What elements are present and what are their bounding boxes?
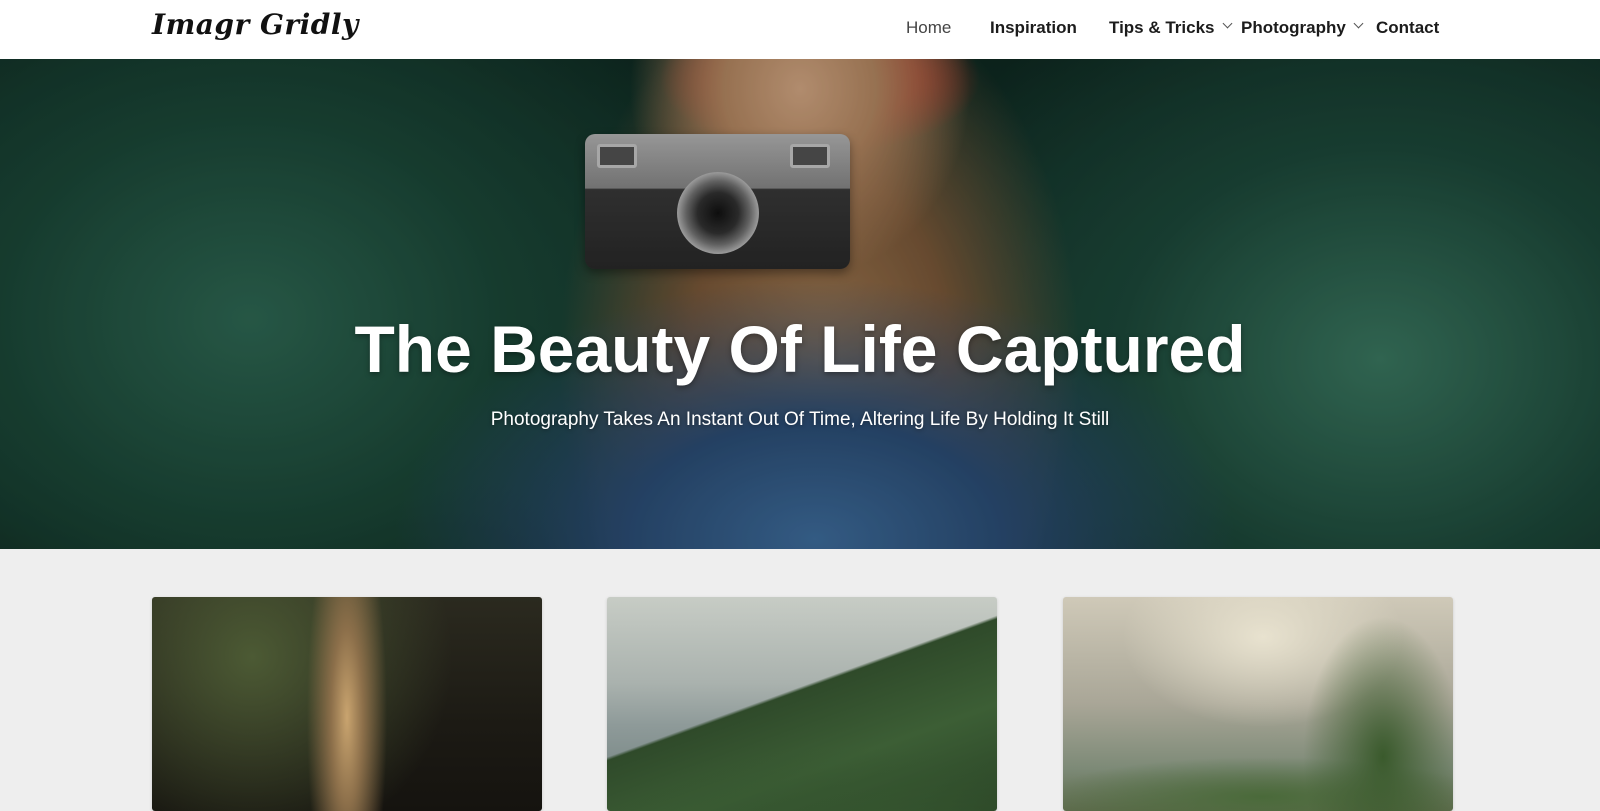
chevron-down-icon — [1353, 18, 1364, 28]
hero-subtitle: Photography Takes An Instant Out Of Time… — [490, 409, 1110, 430]
chevron-down-icon — [1222, 18, 1232, 28]
nav-item-tips-tricks-label: Tips & Tricks — [1109, 18, 1215, 37]
nav-item-photography[interactable]: Photography — [1241, 18, 1364, 38]
post-card-mountain[interactable] — [607, 597, 997, 811]
nav-item-photography-label: Photography — [1241, 18, 1346, 37]
nav-item-tips-tricks[interactable]: Tips & Tricks — [1109, 18, 1232, 38]
hero-overlay — [0, 59, 1600, 549]
post-card-forest[interactable] — [152, 597, 542, 811]
nav-item-home[interactable]: Home — [906, 18, 951, 38]
hero-banner: The Beauty Of Life Captured Photography … — [0, 59, 1600, 549]
main-nav: Home Inspiration Tips & Tricks Photograp… — [0, 18, 1600, 42]
nav-item-contact[interactable]: Contact — [1376, 18, 1439, 38]
hero-title: The Beauty Of Life Captured — [354, 312, 1246, 386]
site-header: Imagr Gridly Home Inspiration Tips & Tri… — [0, 0, 1600, 59]
nav-item-inspiration[interactable]: Inspiration — [990, 18, 1077, 38]
post-card-lake[interactable] — [1063, 597, 1453, 811]
